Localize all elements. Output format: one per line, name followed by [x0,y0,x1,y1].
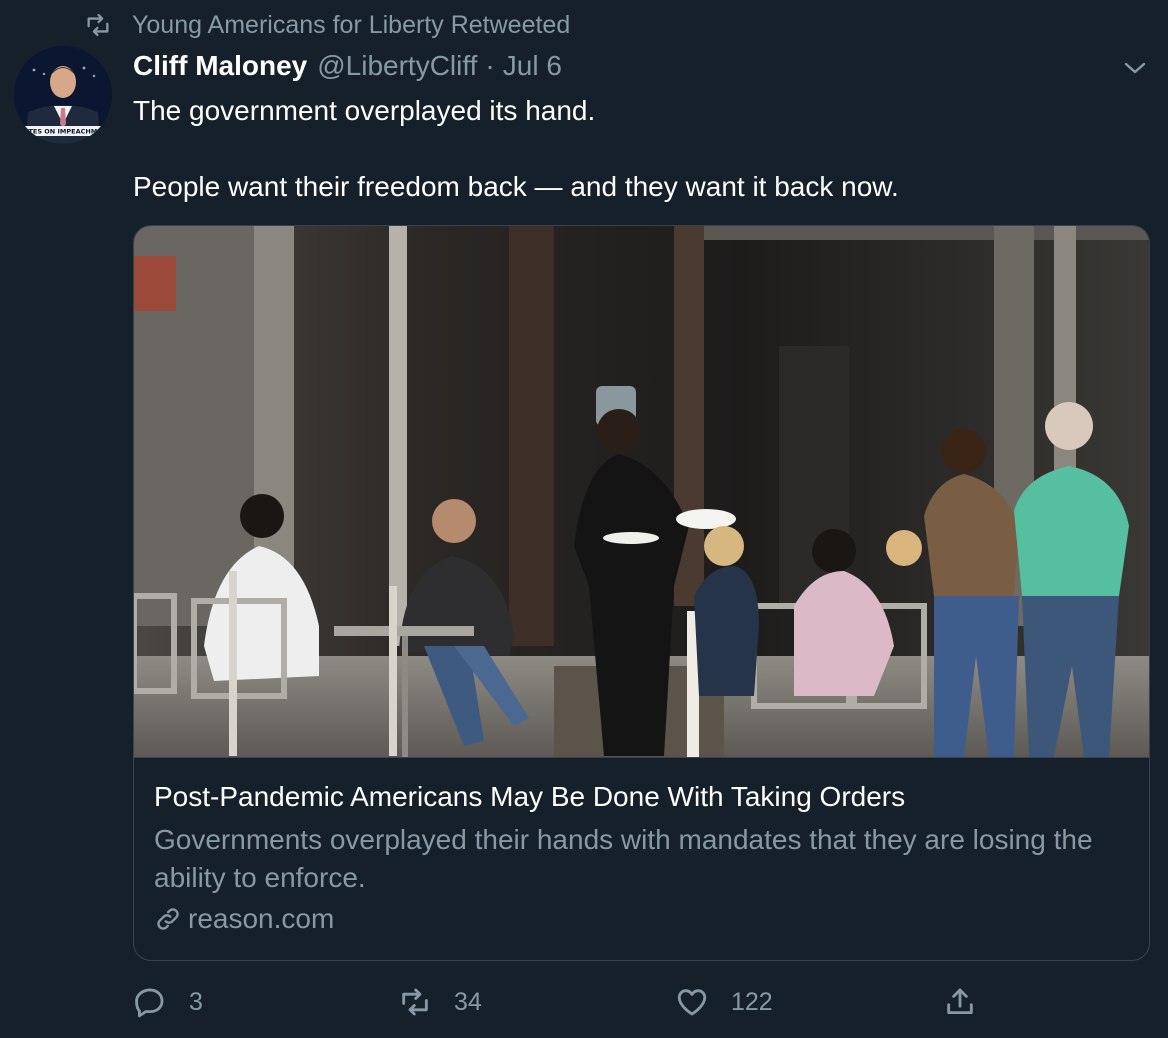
card-image[interactable] [134,226,1149,757]
card-title: Post-Pandemic Americans May Be Done With… [154,781,906,812]
card-body[interactable]: Post-Pandemic Americans May Be Done With… [134,757,1149,934]
avatar-caption: VOTES ON IMPEACHMENT AR [18,128,112,136]
tweet-line: People want their freedom back — and the… [133,171,899,202]
like-button[interactable]: 122 [675,980,773,1024]
reply-count: 3 [189,987,203,1016]
like-count: 122 [731,987,773,1016]
retweet-icon [87,13,109,37]
tweet-text: The government overplayed its hand. Peop… [133,92,1123,206]
card-description: Governments overplayed their hands with … [154,824,1093,893]
reply-icon [135,988,164,1018]
author-handle[interactable]: @LibertyCliff [317,50,477,82]
separator-dot: · [485,50,495,81]
link-icon [157,908,179,930]
reply-button[interactable]: 3 [133,980,203,1024]
tweet-header: Cliff Maloney @LibertyCliff · Jul 6 [133,50,562,86]
retweet-button[interactable]: 34 [398,980,482,1024]
retweet-icon [402,988,428,1016]
author-name[interactable]: Cliff Maloney [133,50,307,82]
card-domain: reason.com [154,903,334,935]
retweet-banner-text: Young Americans for Liberty Retweeted [132,10,571,39]
card-domain-text: reason.com [188,903,335,934]
tweet-actions: 3 34 122 [133,980,1133,1024]
avatar-photo: VOTES ON IMPEACHMENT AR [14,46,112,144]
tweet-line: The government overplayed its hand. [133,95,596,126]
retweet-banner[interactable]: Young Americans for Liberty Retweeted [84,10,570,40]
link-card[interactable]: Post-Pandemic Americans May Be Done With… [133,225,1150,961]
share-icon [947,988,973,1015]
chevron-down-icon[interactable] [1120,56,1150,80]
share-button[interactable] [943,980,999,1024]
retweet-count: 34 [454,987,482,1016]
tweet-date[interactable]: Jul 6 [503,50,562,82]
like-icon [677,989,707,1016]
avatar[interactable]: VOTES ON IMPEACHMENT AR [14,46,112,144]
